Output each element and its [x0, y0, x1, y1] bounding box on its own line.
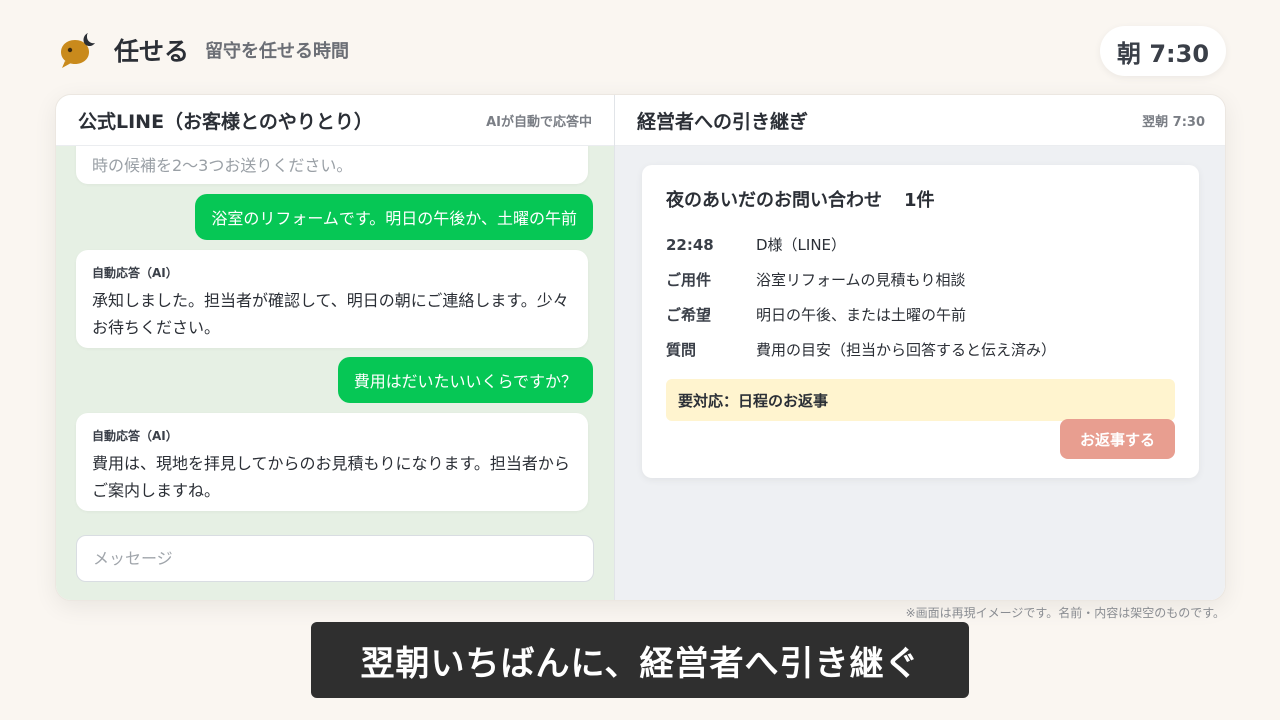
- brand-tagline: 留守を任せる時間: [205, 41, 350, 62]
- line-chat-pane: 公式LINE（お客様とのやりとり） AIが自動で応答中 時の候補を2〜3つお送り…: [56, 95, 615, 600]
- main-panel: 公式LINE（お客様とのやりとり） AIが自動で応答中 時の候補を2〜3つお送り…: [55, 94, 1226, 601]
- chat-header: 公式LINE（お客様とのやりとり） AIが自動で応答中: [56, 95, 614, 146]
- ai-message: 自動応答（AI） 承知しました。担当者が確認して、明日の朝にご連絡します。少々お…: [76, 250, 588, 348]
- chat-title: 公式LINE（お客様とのやりとり）: [78, 110, 373, 133]
- row-value: 浴室リフォームの見積もり相談: [756, 271, 966, 289]
- ai-message: 時の候補を2〜3つお送りください。: [76, 146, 588, 184]
- inquiry-count: 1件: [904, 190, 935, 211]
- summary-row-question: 質問 費用の目安（担当から回答すると伝え済み）: [666, 332, 1175, 367]
- action-required-alert: 要対応：日程のお返事: [666, 379, 1175, 421]
- row-value: 費用の目安（担当から回答すると伝え済み）: [756, 341, 1057, 359]
- disclaimer: ※画面は再現イメージです。名前・内容は架空のものです。: [905, 606, 1225, 620]
- handoff-title: 経営者への引き継ぎ: [637, 110, 809, 133]
- reply-button[interactable]: お返事する: [1060, 419, 1175, 459]
- row-key: ご用件: [666, 271, 712, 289]
- brand-name: 任せる: [114, 37, 190, 66]
- message-input-box[interactable]: [76, 535, 594, 582]
- row-key: ご希望: [666, 306, 712, 324]
- clock-badge: 朝 7:30: [1100, 26, 1226, 76]
- inquiry-summary-card: 夜のあいだのお問い合わせ 1件 22:48 D様（LINE） ご用件 浴室リフォ…: [642, 165, 1199, 478]
- ai-message: 自動応答（AI） 費用は、現地を拝見してからのお見積もりになります。担当者からご…: [76, 413, 588, 511]
- summary-heading: 夜のあいだのお問い合わせ 1件: [666, 187, 1175, 211]
- row-key: 22:48: [666, 235, 714, 254]
- summary-rows: 22:48 D様（LINE） ご用件 浴室リフォームの見積もり相談 ご希望 明日…: [666, 227, 1175, 367]
- row-key: 質問: [666, 341, 697, 359]
- row-value: 明日の午後、または土曜の午前: [756, 306, 967, 324]
- subtitle-caption: 翌朝いちばんに、経営者へ引き継ぐ: [311, 622, 969, 698]
- message-input[interactable]: [93, 549, 577, 568]
- chat-history[interactable]: 時の候補を2〜3つお送りください。 浴室のリフォームです。明日の午後か、土曜の午…: [56, 146, 614, 518]
- user-message: 費用はだいたいいくらですか？: [337, 357, 593, 403]
- row-value: D様（LINE）: [756, 236, 847, 254]
- moon-bubble-logo-icon: [61, 33, 95, 68]
- user-message: 浴室のリフォームです。明日の午後か、土曜の午前: [195, 194, 593, 240]
- brand: 任せる 留守を任せる時間: [58, 30, 349, 70]
- summary-row-purpose: ご用件 浴室リフォームの見積もり相談: [666, 262, 1175, 297]
- ai-label: 自動応答（AI）: [92, 266, 178, 280]
- message-text: 時の候補を2〜3つお送りください。: [92, 156, 353, 175]
- message-text: 承知しました。担当者が確認して、明日の朝にご連絡します。少々お待ちください。: [92, 291, 569, 337]
- message-text: 費用は、現地を拝見してからのお見積もりになります。担当者からご案内しますね。: [92, 454, 570, 500]
- summary-title: 夜のあいだのお問い合わせ: [666, 190, 882, 211]
- summary-row-preference: ご希望 明日の午後、または土曜の午前: [666, 297, 1175, 332]
- handoff-header: 経営者への引き継ぎ 翌朝 7:30: [615, 95, 1225, 146]
- ai-label: 自動応答（AI）: [92, 429, 178, 443]
- ai-status: AIが自動で応答中: [486, 114, 592, 130]
- handoff-timestamp: 翌朝 7:30: [1142, 114, 1205, 130]
- summary-row-time: 22:48 D様（LINE）: [666, 227, 1175, 262]
- handoff-pane: 経営者への引き継ぎ 翌朝 7:30 夜のあいだのお問い合わせ 1件 22:48 …: [615, 95, 1225, 600]
